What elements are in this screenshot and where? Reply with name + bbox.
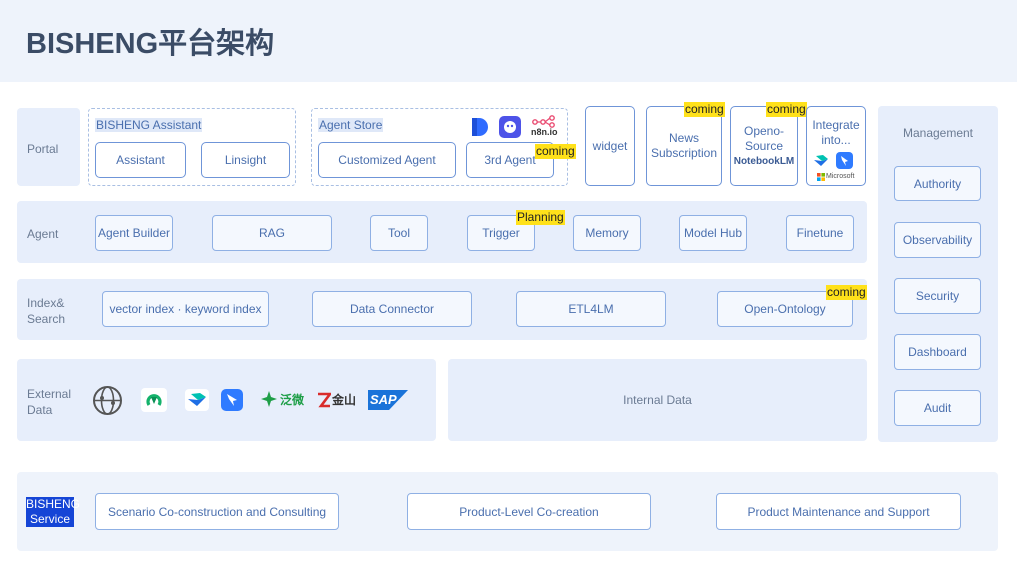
service-label-line2: Service (29, 512, 70, 526)
vector-keyword-index-box: vector index · keyword index (102, 291, 269, 327)
memory-box: Memory (573, 215, 641, 251)
openo-coming-tag: coming (766, 102, 807, 117)
maintenance-support-box: Product Maintenance and Support (716, 493, 961, 530)
third-agent-coming-tag: coming (535, 144, 576, 159)
management-label: Management (902, 126, 974, 140)
dingtalk-integrate-icon (836, 152, 853, 169)
n8n-label: n8n.io (531, 127, 558, 137)
n8n-logo-icon (532, 114, 556, 128)
openo-line1: Openo- (743, 123, 785, 138)
external-data-label: External Data (27, 386, 71, 418)
kingdee-logo: 金山 (317, 391, 356, 408)
agent-builder-box: Agent Builder (95, 215, 173, 251)
integrate-line2: into... (821, 133, 851, 147)
trigger-planning-tag: Planning (516, 210, 565, 225)
globe-icon (92, 385, 123, 416)
external-label-line2: Data (27, 403, 53, 417)
widget-box: widget (585, 106, 635, 186)
scenario-consulting-box: Scenario Co-construction and Consulting (95, 493, 339, 530)
authority-box: Authority (894, 166, 981, 201)
index-label-line1: Index& (27, 296, 65, 310)
lark-integrate-icon (813, 153, 829, 169)
agent-store-group-label: Agent Store (318, 118, 384, 132)
ontology-coming-tag: coming (826, 285, 867, 300)
openo-source-box: Openo- Source NotebookLM (730, 106, 798, 186)
weaver-logo: 泛微 (260, 390, 304, 408)
internal-data-label: Internal Data (623, 393, 692, 407)
assistant-group-label: BISHENG Assistant (95, 118, 203, 132)
news-subscription-box: News Subscription (646, 106, 722, 186)
dingtalk-icon (221, 389, 243, 411)
service-label-line1: BISHENG (26, 497, 81, 511)
data-connector-box: Data Connector (312, 291, 472, 327)
openo-line3: NotebookLM (733, 155, 795, 167)
portal-row-label: Portal (27, 142, 59, 156)
news-line1: News (668, 131, 699, 145)
index-search-label: Index& Search (27, 295, 65, 327)
kingdee-text: 金山 (332, 393, 357, 407)
green-app-icon (141, 388, 167, 412)
sap-text: SAP (370, 392, 397, 407)
kingdee-icon (318, 392, 331, 407)
agent-row-label: Agent (27, 227, 59, 241)
microsoft-label: Microsoft (826, 173, 855, 180)
coze-logo-icon (499, 116, 521, 138)
etl4lm-box: ETL4LM (516, 291, 666, 327)
microsoft-logo-icon (817, 173, 825, 181)
linsight-box: Linsight (201, 142, 290, 178)
service-label: BISHENG Service (26, 497, 81, 527)
assistant-box: Assistant (95, 142, 186, 178)
index-label-line2: Search (27, 312, 66, 326)
internal-data-band: Internal Data (448, 359, 867, 441)
dify-logo-icon (470, 117, 490, 137)
dashboard-box: Dashboard (894, 334, 981, 370)
product-co-creation-box: Product-Level Co-creation (407, 493, 651, 530)
page-title: BISHENG平台架构 (26, 28, 275, 60)
audit-box: Audit (894, 390, 981, 426)
observability-box: Observability (894, 222, 981, 258)
lark-icon (185, 389, 209, 411)
openo-line2: Source (744, 138, 784, 153)
news-line2: Subscription (650, 146, 718, 160)
tool-box: Tool (370, 215, 428, 251)
weaver-text: 泛微 (280, 392, 305, 407)
rag-box: RAG (212, 215, 332, 251)
weaver-icon (261, 391, 277, 407)
integrate-line1: Integrate (812, 118, 860, 132)
finetune-box: Finetune (786, 215, 854, 251)
external-label-line1: External (27, 387, 72, 401)
model-hub-box: Model Hub (679, 215, 747, 251)
security-box: Security (894, 278, 981, 314)
customized-agent-box: Customized Agent (318, 142, 456, 178)
news-coming-tag: coming (684, 102, 725, 117)
